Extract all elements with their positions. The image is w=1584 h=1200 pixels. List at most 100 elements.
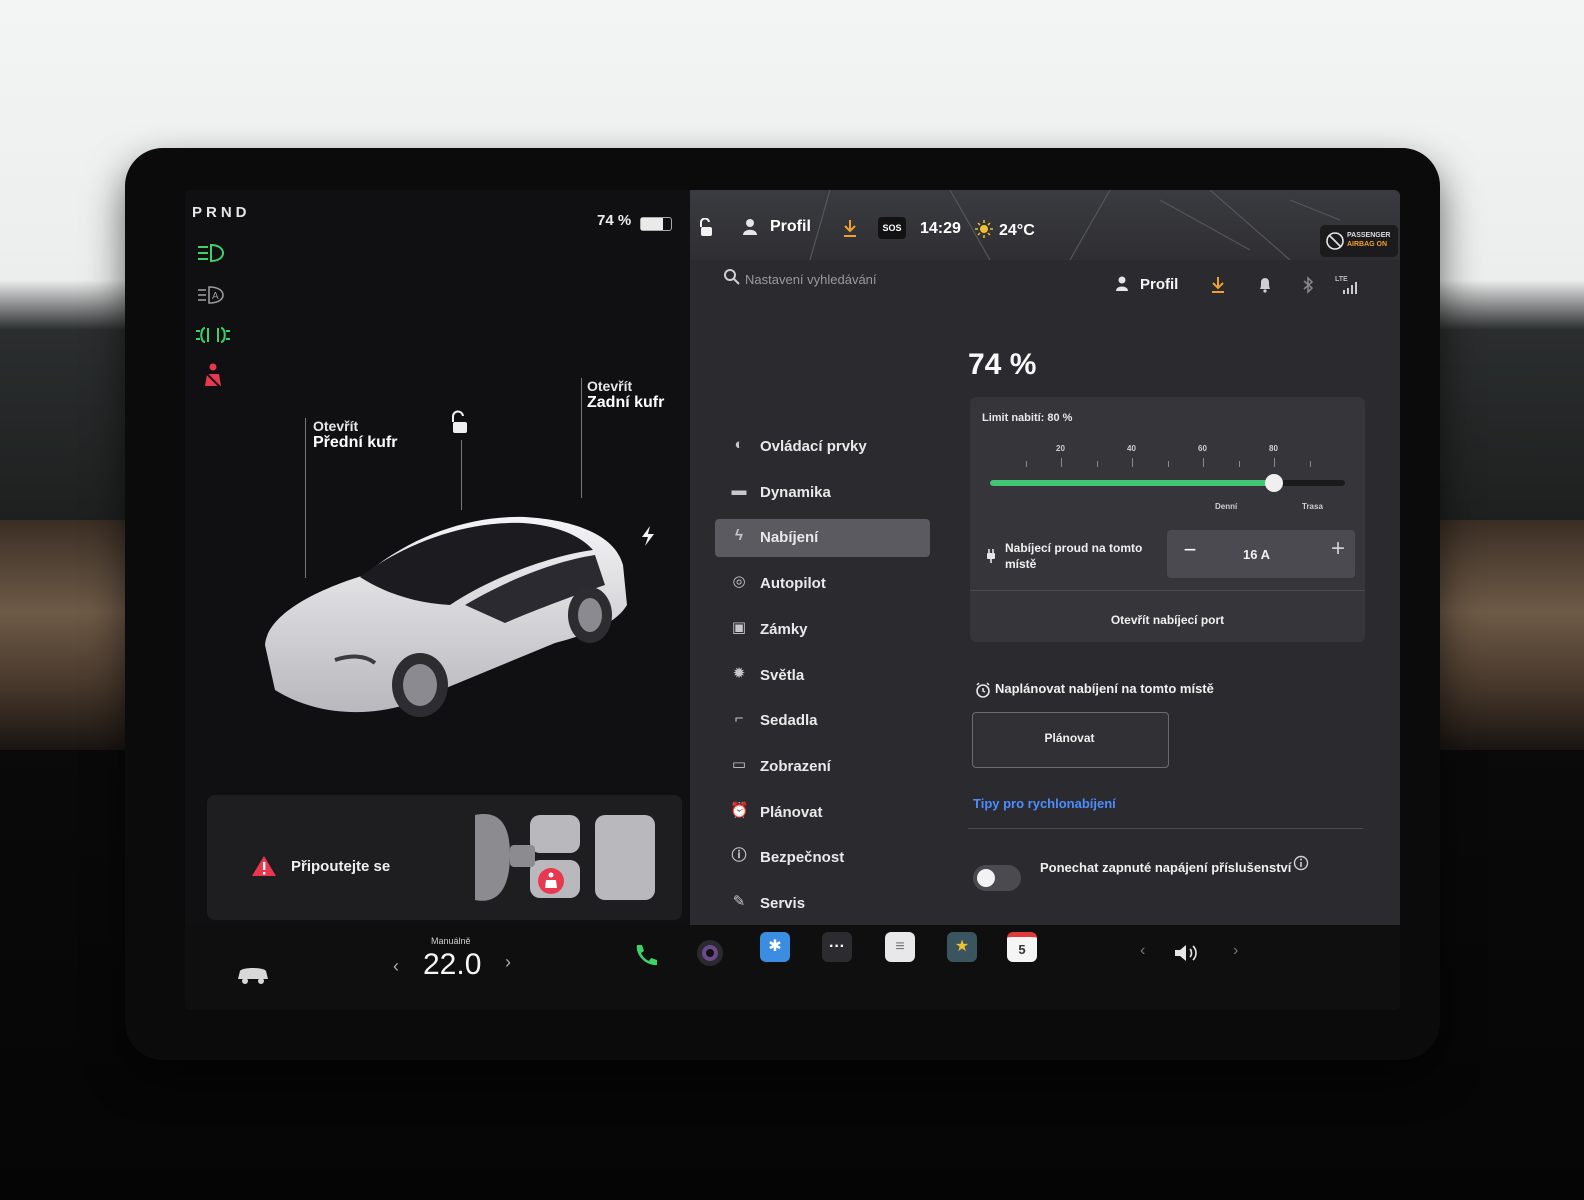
calendar-icon[interactable]: 5 bbox=[1007, 932, 1037, 962]
more-icon[interactable]: ··· bbox=[822, 932, 852, 962]
frunk-action: Otevřít bbox=[313, 418, 359, 434]
menu-item-label: Dynamika bbox=[760, 483, 831, 501]
schedule-charging-label: Naplánovat nabíjení na tomto místě bbox=[995, 681, 1214, 696]
slider-handle[interactable] bbox=[1265, 474, 1283, 492]
menu-item-7[interactable]: ▭ Zobrazení bbox=[715, 748, 930, 786]
download-icon[interactable] bbox=[841, 218, 859, 238]
volume-up-button[interactable]: › bbox=[1233, 942, 1238, 960]
climate-mode-label: Manuálně bbox=[431, 936, 471, 946]
charge-current-label: Nabíjecí proud na tomto místě bbox=[1005, 541, 1143, 571]
cabin-temperature[interactable]: 22.0 bbox=[423, 948, 481, 982]
menu-item-label: Bezpečnost bbox=[760, 849, 845, 867]
toggle-knob bbox=[977, 869, 995, 887]
charge-limit-slider[interactable] bbox=[990, 480, 1345, 486]
menu-item-0[interactable]: ◐ Ovládací prvky bbox=[715, 428, 930, 466]
vehicle-panel: PRND 74 % A Otevřít Přední kufr Otevřít … bbox=[185, 190, 690, 925]
toybox-icon[interactable]: ★ bbox=[947, 932, 977, 962]
warning-icon bbox=[252, 856, 276, 876]
range-label-daily: Denní bbox=[1215, 502, 1238, 511]
temp-up-button[interactable]: › bbox=[505, 952, 511, 973]
slider-tick-label: 40 bbox=[1127, 444, 1136, 453]
download-icon-2[interactable] bbox=[1210, 276, 1226, 294]
accessory-power-label: Ponechat zapnuté napájení příslušenství bbox=[1040, 860, 1292, 875]
trunk-pointer bbox=[581, 378, 582, 498]
notes-icon[interactable]: ≡ bbox=[885, 932, 915, 962]
menu-item-2[interactable]: ϟ Nabíjení bbox=[715, 519, 930, 558]
slider-tick bbox=[1238, 461, 1240, 467]
menu-item-1[interactable]: ▬ Dynamika bbox=[715, 474, 930, 512]
phone-icon[interactable] bbox=[632, 942, 658, 968]
increase-current-button[interactable]: + bbox=[1323, 535, 1353, 569]
section-divider bbox=[968, 828, 1363, 829]
sun-icon: ✹ bbox=[732, 664, 746, 682]
trunk-name: Zadní kufr bbox=[587, 394, 665, 411]
slider-tick-label: 80 bbox=[1269, 444, 1278, 453]
menu-item-label: Nabíjení bbox=[760, 529, 819, 547]
vehicle-illustration bbox=[265, 516, 627, 717]
temp-down-button[interactable]: ‹ bbox=[393, 956, 399, 977]
slider-tick bbox=[1309, 461, 1311, 467]
bluetooth-app-icon[interactable]: ✱ bbox=[760, 932, 790, 962]
menu-item-4[interactable]: ▣ Zámky bbox=[715, 611, 930, 649]
car-icon: ▬ bbox=[731, 481, 747, 499]
passenger-seatbelt-icon bbox=[538, 868, 564, 894]
menu-item-label: Ovládací prvky bbox=[760, 438, 867, 455]
airbag-label-1: PASSENGER bbox=[1347, 232, 1391, 239]
alert-circle-icon: ⓘ bbox=[731, 847, 747, 865]
car-icon[interactable] bbox=[235, 962, 271, 986]
supercharging-tips-link[interactable]: Tipy pro rychlonabíjení bbox=[973, 796, 1116, 811]
seatbelt-warning-text: Připoutejte se bbox=[291, 858, 391, 875]
open-charge-port-button[interactable]: Otevřít nabíjecí port bbox=[970, 613, 1365, 627]
outside-temperature: 24°C bbox=[999, 222, 1035, 239]
battery-percentage: 74 % bbox=[597, 212, 632, 229]
menu-item-3[interactable]: ◎ Autopilot bbox=[715, 565, 930, 603]
range-label-trip: Trasa bbox=[1302, 502, 1323, 511]
camera-icon[interactable] bbox=[695, 938, 725, 968]
signal-icon bbox=[1343, 282, 1357, 294]
menu-item-10[interactable]: ✎ Servis bbox=[715, 885, 930, 923]
steering-wheel-icon: ◎ bbox=[732, 573, 746, 591]
settings-profile-label[interactable]: Profil bbox=[1140, 276, 1178, 293]
info-icon[interactable] bbox=[1293, 855, 1309, 871]
battery-icon bbox=[640, 217, 672, 231]
bluetooth-icon[interactable] bbox=[1301, 276, 1315, 294]
menu-item-label: Světla bbox=[760, 666, 805, 684]
menu-item-label: Plánovat bbox=[760, 803, 823, 821]
slider-tick bbox=[1132, 458, 1133, 467]
volume-down-button[interactable]: ‹ bbox=[1140, 942, 1145, 960]
slider-tick-label: 20 bbox=[1056, 444, 1065, 453]
charge-current-value: 16 A bbox=[1243, 547, 1270, 562]
menu-item-label: Zobrazení bbox=[760, 757, 831, 775]
display-icon: ▭ bbox=[731, 755, 747, 773]
airbag-label-2: AIRBAG ON bbox=[1347, 241, 1388, 248]
menu-item-label: Zámky bbox=[760, 620, 808, 638]
clock: 14:29 bbox=[920, 220, 961, 237]
sos-button[interactable]: SOS bbox=[878, 217, 906, 239]
menu-item-8[interactable]: ⏰ Plánovat bbox=[715, 794, 930, 832]
slider-tick bbox=[1167, 461, 1169, 467]
search-icon bbox=[724, 269, 740, 285]
profile-icon-2 bbox=[1116, 276, 1128, 291]
trunk-label[interactable]: Otevřít Zadní kufr bbox=[587, 378, 664, 412]
volume-icon[interactable] bbox=[1173, 942, 1201, 964]
menu-item-5[interactable]: ✹ Světla bbox=[715, 657, 930, 695]
charge-limit-label: Limit nabití: 80 % bbox=[982, 412, 1073, 424]
trunk-action: Otevřít bbox=[587, 378, 633, 394]
settings-search-input[interactable]: Nastavení vyhledávání bbox=[745, 272, 877, 287]
menu-item-label: Sedadla bbox=[760, 712, 818, 730]
slider-tick bbox=[1203, 458, 1204, 467]
seatbelt-icon bbox=[204, 363, 222, 389]
bell-icon[interactable] bbox=[1257, 276, 1273, 294]
frunk-label[interactable]: Otevřít Přední kufr bbox=[313, 418, 397, 452]
lock-status-icon[interactable] bbox=[697, 218, 715, 238]
alarm-clock-icon bbox=[976, 682, 990, 698]
menu-item-6[interactable]: ⌐ Sedadla bbox=[715, 702, 930, 740]
frunk-name: Přední kufr bbox=[313, 434, 398, 451]
unlock-icon[interactable] bbox=[447, 410, 471, 436]
charge-limit-card bbox=[970, 397, 1365, 642]
touchscreen: PRND 74 % A Otevřít Přední kufr Otevřít … bbox=[185, 190, 1400, 1010]
charge-port-bolt-icon[interactable] bbox=[640, 525, 656, 547]
top-profile-label[interactable]: Profil bbox=[770, 218, 811, 236]
decrease-current-button[interactable]: − bbox=[1175, 537, 1205, 571]
menu-item-9[interactable]: ⓘ Bezpečnost bbox=[715, 839, 930, 877]
